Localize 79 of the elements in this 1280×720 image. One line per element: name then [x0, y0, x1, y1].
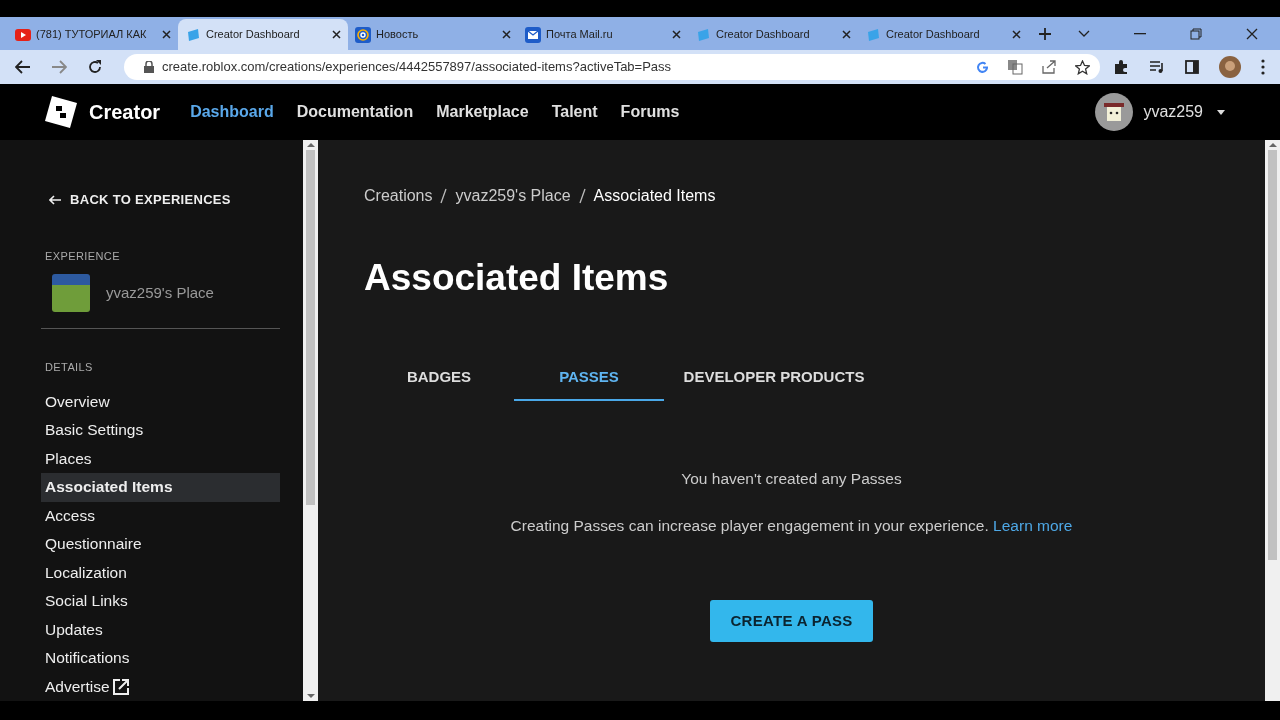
sidebar-item[interactable]: Questionnaire [41, 530, 280, 559]
breadcrumb-link[interactable]: Creations [364, 184, 433, 208]
nav-link[interactable]: Forums [620, 100, 680, 124]
avatar-icon[interactable] [1095, 93, 1134, 131]
content-tab[interactable]: BADGES [364, 365, 514, 401]
content-tab[interactable]: PASSES [514, 365, 664, 401]
new-tab-icon[interactable] [1038, 27, 1052, 41]
close-icon[interactable] [162, 30, 171, 39]
user-name[interactable]: yvaz259 [1143, 100, 1203, 124]
nav-link[interactable]: Documentation [296, 100, 414, 124]
content-tab[interactable]: DEVELOPER PRODUCTS [664, 365, 884, 401]
section-label: DETAILS [45, 360, 94, 375]
lock-icon [144, 61, 154, 73]
browser-tab[interactable]: Creator Dashboard [178, 19, 348, 50]
logo-text[interactable]: Creator [89, 97, 161, 127]
nav-link[interactable]: Dashboard [190, 100, 274, 124]
envelope-icon [525, 26, 541, 43]
url-text: create.roblox.com/creations/experiences/4442557897/associated-items?activeTab=Pass [162, 58, 673, 77]
close-icon[interactable] [842, 30, 851, 39]
sidebar-item[interactable]: Social Links [41, 587, 280, 616]
browser-tab[interactable]: Creator Dashboard [688, 19, 858, 50]
share-icon[interactable] [1041, 59, 1057, 75]
side-panel-icon[interactable] [1185, 60, 1199, 74]
empty-state-text: Creating Passes can increase player engagement in your experience. Learn more [509, 516, 1074, 537]
slash-separator-icon [440, 188, 448, 204]
puzzle-icon[interactable] [1113, 59, 1129, 75]
profile-avatar-icon[interactable] [1219, 56, 1241, 78]
close-icon[interactable] [502, 30, 511, 39]
address-bar[interactable]: create.roblox.com/creations/experiences/4442557897/associated-items?activeTab=Pass [124, 54, 1100, 80]
nav-link[interactable]: Talent [551, 100, 598, 124]
at-sign-icon [355, 26, 371, 43]
browser-tab[interactable]: Почта Mail.ru [518, 19, 688, 50]
caret-down-icon[interactable] [1217, 109, 1225, 115]
nav-link[interactable]: Marketplace [436, 100, 529, 124]
close-icon[interactable] [332, 30, 341, 39]
page-scrollbar[interactable] [1265, 140, 1280, 701]
close-icon[interactable] [1012, 30, 1021, 39]
breadcrumb-link[interactable]: yvaz259's Place [455, 184, 571, 208]
restore-icon[interactable] [1190, 27, 1202, 40]
browser-tab[interactable]: Новость [348, 19, 518, 50]
star-icon[interactable] [1075, 59, 1090, 75]
reload-icon[interactable] [87, 59, 103, 75]
video-icon [15, 28, 31, 41]
sidebar-item[interactable]: Places [41, 444, 280, 473]
experience-name[interactable]: yvaz259's Place [106, 281, 214, 305]
sidebar-item[interactable]: Basic Settings [41, 416, 280, 445]
scroll-up-icon[interactable] [306, 140, 315, 150]
sidebar-item[interactable]: Overview [41, 387, 280, 416]
chevron-down-icon[interactable] [1078, 29, 1090, 38]
page-title: Associated Items [364, 256, 670, 300]
letter-g-icon[interactable] [976, 60, 989, 74]
learn-more-link[interactable]: Learn more [993, 517, 1073, 535]
slash-separator-icon [578, 188, 586, 204]
browser-tab[interactable]: Creator Dashboard [858, 19, 1028, 50]
section-label: EXPERIENCE [45, 248, 121, 264]
sidebar-item[interactable]: Localization [41, 558, 280, 587]
scrollbar[interactable] [303, 140, 318, 701]
thumbnail-placeholder [52, 274, 90, 312]
close-icon[interactable] [672, 30, 681, 39]
create-pass-button[interactable]: CREATE A PASS [710, 599, 873, 642]
forward-arrow-icon[interactable] [51, 60, 67, 74]
empty-state-title: You haven't created any Passes [680, 469, 903, 489]
back-arrow-icon[interactable] [15, 60, 31, 74]
left-arrow-icon [49, 194, 61, 205]
more-menu-icon[interactable] [1261, 59, 1265, 75]
scroll-down-icon[interactable] [306, 691, 315, 701]
translate-icon[interactable] [1007, 59, 1023, 75]
sidebar-item[interactable]: Associated Items [41, 473, 280, 502]
minimize-icon[interactable] [1134, 32, 1146, 35]
sidebar-item[interactable]: Advertise [41, 672, 280, 701]
scroll-up-icon[interactable] [1268, 140, 1277, 150]
back-link[interactable]: BACK TO EXPERIENCES [49, 190, 280, 210]
browser-tab[interactable]: (781) ТУТОРИАЛ КАК [8, 19, 178, 50]
close-icon[interactable] [1246, 27, 1258, 40]
sidebar-item[interactable]: Updates [41, 615, 280, 644]
sidebar-item[interactable]: Access [41, 501, 280, 530]
media-list-icon[interactable] [1149, 60, 1165, 74]
tilted-square-logo-icon[interactable] [45, 96, 77, 128]
sidebar-item[interactable]: Notifications [41, 644, 280, 673]
